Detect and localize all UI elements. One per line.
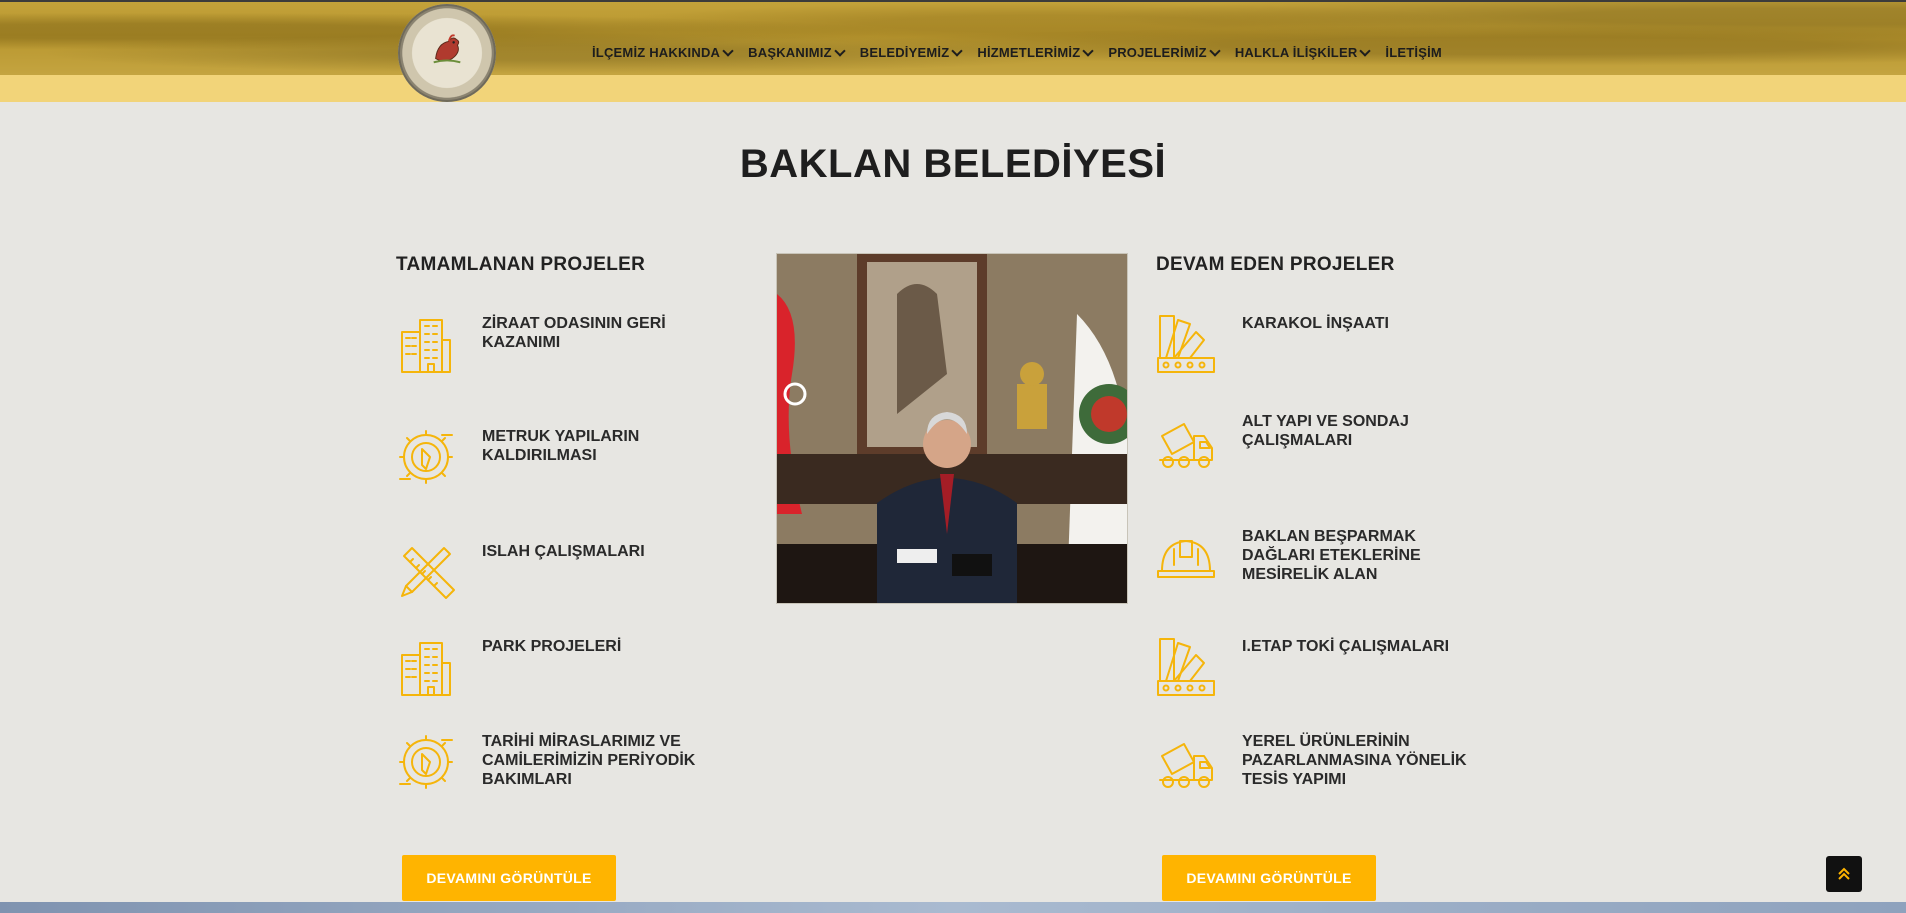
nav-item-label: İLÇEMİZ HAKKINDA: [592, 44, 721, 60]
ongoing-project-item[interactable]: KARAKOL İNŞAATI: [1156, 314, 1476, 384]
completed-project-item[interactable]: ISLAH ÇALIŞMALARI: [396, 542, 716, 612]
nav-item-label: PROJELERİMİZ: [1108, 44, 1207, 60]
chevron-down-icon: [1082, 44, 1095, 57]
rooster-icon: [433, 34, 461, 64]
buildings-icon: [396, 314, 456, 374]
nav-item-iletisim[interactable]: İLETİŞİM: [1385, 40, 1442, 64]
chevron-down-icon: [1359, 44, 1372, 57]
gear-wrench-icon: [396, 427, 456, 487]
project-label: ISLAH ÇALIŞMALARI: [482, 543, 645, 560]
scroll-to-top-button[interactable]: [1826, 856, 1862, 892]
gear-wrench-icon: [396, 732, 456, 792]
mayor-photo-image: [777, 254, 1127, 603]
ongoing-project-item[interactable]: I.ETAP TOKİ ÇALIŞMALARI: [1156, 637, 1476, 707]
page-title: BAKLAN BELEDİYESİ: [739, 142, 1167, 186]
footer-band: [0, 902, 1906, 913]
nav-item-baskanimiz[interactable]: BAŞKANIMIZ: [748, 40, 846, 64]
ongoing-project-item[interactable]: BAKLAN BEŞPARMAK DAĞLARI ETEKLERİNE MESİ…: [1156, 527, 1476, 597]
chevron-down-icon: [722, 44, 734, 57]
double-chevron-up-icon: [1838, 867, 1850, 880]
buildings-icon: [396, 637, 456, 697]
project-label: YEREL ÜRÜNLERİNİN PAZARLANMASINA YÖNELİK…: [1242, 733, 1467, 788]
project-label: ZİRAAT ODASININ GERİ KAZANIMI: [482, 315, 666, 351]
nav-item-projelerimiz[interactable]: PROJELERİMİZ: [1108, 40, 1221, 64]
project-label: ALT YAPI VE SONDAJ ÇALIŞMALARI: [1242, 413, 1409, 449]
project-label: METRUK YAPILARIN KALDIRILMASI: [482, 428, 640, 464]
nav-item-halkla-iliskiler[interactable]: HALKLA İLİŞKİLER: [1234, 40, 1372, 64]
nav-item-label: İLETİŞİM: [1385, 44, 1442, 60]
project-label: BAKLAN BEŞPARMAK DAĞLARI ETEKLERİNE MESİ…: [1242, 528, 1421, 583]
mayor-photo: [776, 253, 1128, 604]
project-label: I.ETAP TOKİ ÇALIŞMALARI: [1242, 638, 1450, 655]
completed-project-item[interactable]: PARK PROJELERİ: [396, 637, 716, 707]
completed-project-item[interactable]: TARİHİ MİRASLARIMIZ VE CAMİLERİMİZİN PER…: [396, 732, 716, 816]
chevron-down-icon: [834, 44, 846, 57]
main-nav: İLÇEMİZ HAKKINDA BAŞKANIMIZ BELEDİYEMİZ …: [592, 40, 1442, 64]
hard-hat-icon: [1156, 527, 1216, 587]
nav-item-label: BAŞKANIMIZ: [748, 44, 832, 60]
completed-projects-heading: TAMAMLANAN PROJELER: [396, 254, 646, 275]
nav-item-belediyemiz[interactable]: BELEDİYEMİZ: [859, 40, 964, 64]
concrete-mixer-icon: [1156, 412, 1216, 472]
project-label: TARİHİ MİRASLARIMIZ VE CAMİLERİMİZİN PER…: [482, 733, 696, 788]
nav-item-ilcemiz[interactable]: İLÇEMİZ HAKKINDA: [592, 40, 734, 64]
completed-project-item[interactable]: ZİRAAT ODASININ GERİ KAZANIMI: [396, 314, 716, 384]
ongoing-projects-heading: DEVAM EDEN PROJELER: [1156, 254, 1395, 275]
nav-item-label: BELEDİYEMİZ: [859, 44, 950, 60]
project-label: KARAKOL İNŞAATI: [1242, 315, 1389, 332]
nav-item-label: HALKLA İLİŞKİLER: [1234, 44, 1358, 60]
color-swatch-icon: [1156, 637, 1216, 697]
concrete-mixer-icon: [1156, 732, 1216, 792]
project-label: PARK PROJELERİ: [482, 638, 622, 655]
nav-item-hizmetlerimiz[interactable]: HİZMETLERİMİZ: [977, 40, 1095, 64]
site-header: İLÇEMİZ HAKKINDA BAŞKANIMIZ BELEDİYEMİZ …: [0, 0, 1906, 102]
header-strip: [0, 75, 1906, 102]
ongoing-project-item[interactable]: YEREL ÜRÜNLERİNİN PAZARLANMASINA YÖNELİK…: [1156, 732, 1476, 816]
completed-project-item[interactable]: METRUK YAPILARIN KALDIRILMASI: [396, 427, 716, 497]
chevron-down-icon: [951, 44, 964, 57]
view-more-completed-button[interactable]: DEVAMINI GÖRÜNTÜLE: [402, 855, 616, 901]
ongoing-project-item[interactable]: ALT YAPI VE SONDAJ ÇALIŞMALARI: [1156, 412, 1476, 482]
ruler-pencil-icon: [396, 542, 456, 602]
view-more-ongoing-button[interactable]: DEVAMINI GÖRÜNTÜLE: [1162, 855, 1376, 901]
site-logo[interactable]: [398, 4, 496, 102]
nav-item-label: HİZMETLERİMİZ: [977, 44, 1081, 60]
chevron-down-icon: [1209, 44, 1221, 57]
color-swatch-icon: [1156, 314, 1216, 374]
